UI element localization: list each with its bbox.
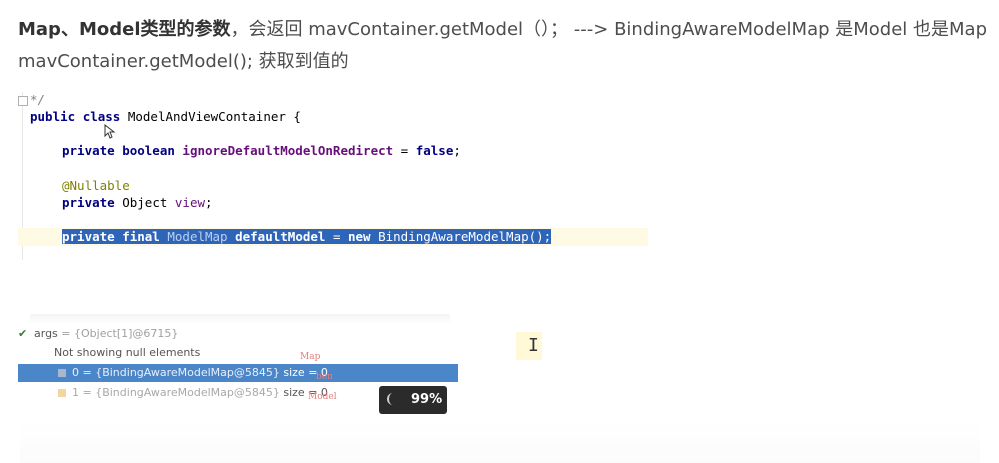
class-name: ModelAndViewContainer {: [127, 109, 301, 124]
article-line-1: Map、Model类型的参数，会返回 mavContainer.getModel…: [18, 14, 988, 46]
field-name: view: [174, 195, 206, 210]
code-line-class-declaration: public class ModelAndViewContainer {: [30, 109, 301, 124]
args-value: = {Object[1]@6715}: [57, 327, 179, 340]
code-line-field-default-model[interactable]: private final ModelMap defaultModel = ne…: [62, 229, 552, 244]
field-type: Object: [114, 195, 175, 210]
code-line-annotation: @Nullable: [62, 178, 130, 193]
text-cursor-highlight: I: [516, 332, 542, 360]
code-editor: */ public class ModelAndViewContainer { …: [18, 92, 648, 260]
mouse-pointer-icon: [104, 124, 116, 139]
field-name: defaultModel: [235, 229, 326, 244]
entry-icon: [58, 389, 66, 397]
debugger-item-1: 1 = {BindingAwareModelMap@5845} size = 0: [72, 384, 328, 402]
article-line-1-text: ，会返回 mavContainer.getModel（）； ---> Bindi…: [230, 19, 988, 40]
progress-badge: 99%: [379, 386, 447, 414]
handwritten-note-model: Model: [308, 392, 337, 402]
debugger-null-note-row: Not showing null elements: [18, 344, 458, 362]
field-modifiers: private final: [62, 229, 160, 244]
article-text: Map、Model类型的参数，会返回 mavContainer.getModel…: [18, 14, 988, 78]
args-entry: args = {Object[1]@6715}: [34, 325, 178, 343]
keyword-new: new: [348, 229, 371, 244]
code-line-comment: */: [30, 92, 46, 107]
progress-percent: 99%: [411, 392, 443, 407]
keyword-false: false: [415, 143, 454, 158]
equals-sign: =: [325, 229, 348, 244]
debugger-args-row[interactable]: ✔ args = {Object[1]@6715}: [18, 325, 458, 343]
loading-spinner-icon: [387, 393, 399, 405]
item-text: 1 = {BindingAwareModelMap@5845}: [72, 386, 280, 399]
field-type: ModelMap: [159, 229, 236, 244]
constructor-call: BindingAwareModelMap();: [370, 229, 552, 244]
field-modifiers: private: [62, 195, 115, 210]
keyword-class: class: [82, 109, 121, 124]
semicolon: ;: [453, 143, 461, 158]
ibeam-cursor-icon: I: [528, 335, 539, 356]
entry-icon: [58, 369, 66, 377]
code-line-field-view: private Object view;: [62, 195, 213, 210]
null-elements-note: Not showing null elements: [54, 346, 201, 359]
article-line-2: mavContainer.getModel(); 获取到值的: [18, 51, 349, 72]
expand-check-icon: ✔: [18, 327, 28, 340]
args-name: args: [34, 327, 58, 340]
field-name: ignoreDefaultModelOnRedirect: [182, 143, 394, 158]
item-text: 0 = {BindingAwareModelMap@5845}: [72, 366, 280, 379]
debugger-item-row[interactable]: 0 = {BindingAwareModelMap@5845} size = 0: [18, 364, 458, 382]
code-selection: private final ModelMap defaultModel = ne…: [62, 229, 552, 244]
field-modifiers: private boolean: [62, 143, 175, 158]
article-bold-heading: Map、Model类型的参数: [18, 19, 231, 40]
code-line-field-ignore-default: private boolean ignoreDefaultModelOnRedi…: [62, 143, 461, 158]
background-fade: [20, 420, 980, 463]
handwritten-note-ben: ben: [316, 372, 333, 382]
semicolon: ;: [205, 195, 213, 210]
debugger-item-0: 0 = {BindingAwareModelMap@5845} size = 0: [72, 364, 328, 382]
fold-marker-icon[interactable]: [18, 96, 28, 106]
equals-sign: =: [393, 143, 416, 158]
keyword-public: public: [30, 109, 76, 124]
handwritten-note-map: Map: [300, 352, 321, 362]
